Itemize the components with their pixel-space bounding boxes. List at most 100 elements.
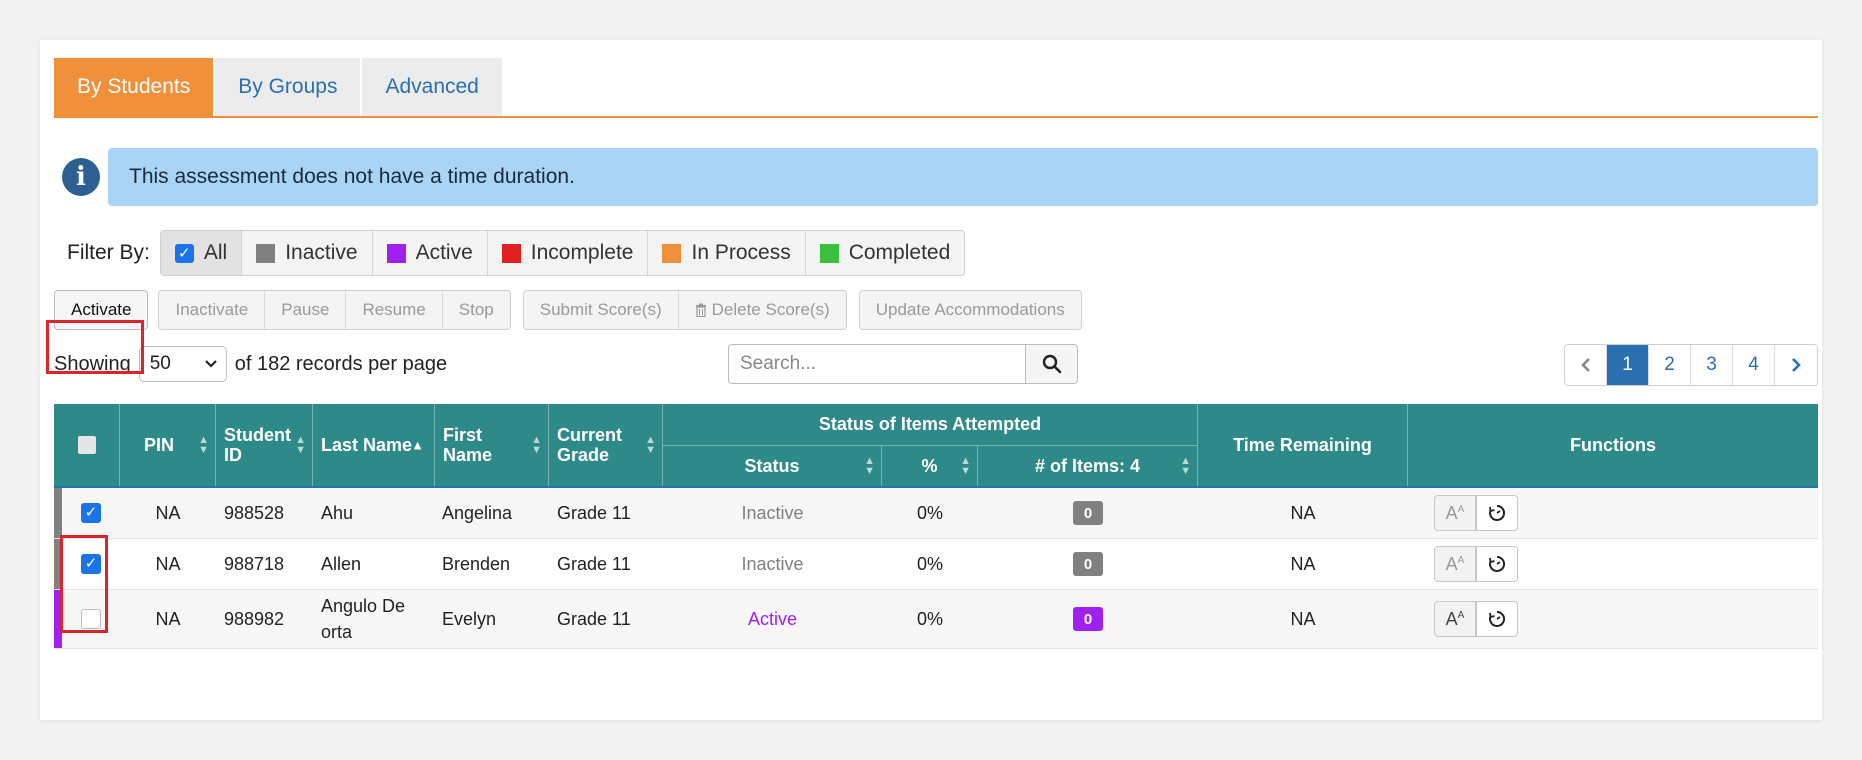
font-size-icon: AA xyxy=(1445,608,1465,629)
time-remaining-cell: NA xyxy=(1290,502,1316,523)
font-size-button[interactable]: AA xyxy=(1434,495,1476,531)
chevron-down-icon xyxy=(204,360,217,368)
filter-inactive[interactable]: Inactive xyxy=(242,231,373,275)
page-1[interactable]: 1 xyxy=(1607,345,1649,385)
assessment-panel: By Students By Groups Advanced i This as… xyxy=(40,40,1822,720)
tab-by-students[interactable]: By Students xyxy=(54,58,214,116)
first-name-cell: Brenden xyxy=(442,553,511,574)
score-actions: Submit Score(s) Delete Score(s) xyxy=(522,290,847,330)
timer-reset-icon xyxy=(1489,555,1506,572)
page-size-select[interactable]: 50 xyxy=(138,346,227,382)
status-cell: Active xyxy=(747,608,798,629)
font-size-icon: AA xyxy=(1445,553,1465,574)
font-size-button[interactable]: AA xyxy=(1434,546,1476,582)
filter-incomplete-label: Incomplete xyxy=(530,241,634,264)
student-id-cell: 988718 xyxy=(224,553,285,574)
in-process-swatch-icon xyxy=(662,243,682,263)
header-last-name[interactable]: Last Name ▲ xyxy=(313,404,435,486)
search-input[interactable]: Search... xyxy=(728,344,1026,384)
header-percent[interactable]: % ▲ ▼ xyxy=(882,445,978,486)
delete-scores-button[interactable]: Delete Score(s) xyxy=(679,291,846,329)
font-size-button[interactable]: AA xyxy=(1434,601,1476,637)
header-items[interactable]: # of Items: 4 ▲ ▼ xyxy=(978,445,1198,486)
filter-incomplete[interactable]: Incomplete xyxy=(488,231,649,275)
status-cell: Inactive xyxy=(741,502,804,523)
checkbox-highlight xyxy=(60,535,108,633)
submit-scores-button[interactable]: Submit Score(s) xyxy=(524,291,679,329)
items-cell: 0 xyxy=(978,590,1198,648)
filter-in-process[interactable]: In Process xyxy=(648,231,806,275)
table-row: NA 988982 Angulo De orta Evelyn Grade 11… xyxy=(54,590,1818,649)
table-header: PIN ▲ ▼ Student ID ▲ ▼ Last Name ▲ First N… xyxy=(54,404,1818,486)
filter-all[interactable]: ✓ All xyxy=(160,231,243,275)
percent-cell: 0% xyxy=(916,502,943,523)
reset-time-button[interactable] xyxy=(1476,495,1518,531)
time-remaining-cell: NA xyxy=(1290,608,1316,629)
header-items-label: # of Items: 4 xyxy=(1034,455,1141,476)
items-badge: 0 xyxy=(1073,607,1103,631)
tab-advanced[interactable]: Advanced xyxy=(362,58,502,116)
search-button[interactable] xyxy=(1026,344,1078,384)
inactivate-button[interactable]: Inactivate xyxy=(159,291,266,329)
time-remaining-cell: NA xyxy=(1290,553,1316,574)
page-4[interactable]: 4 xyxy=(1733,345,1775,385)
timer-reset-icon xyxy=(1489,610,1506,627)
header-pin[interactable]: PIN ▲ ▼ xyxy=(120,404,216,486)
info-message: This assessment does not have a time dur… xyxy=(108,148,1818,206)
checkbox-checked-icon: ✓ xyxy=(174,243,194,263)
items-cell: 0 xyxy=(978,539,1198,589)
header-first-name[interactable]: First Name ▲ ▼ xyxy=(435,404,549,486)
header-current-grade[interactable]: Current Grade ▲ ▼ xyxy=(549,404,663,486)
sort-icon: ▲ ▼ xyxy=(531,434,542,456)
stop-button[interactable]: Stop xyxy=(443,291,510,329)
select-all-checkbox[interactable] xyxy=(77,436,96,454)
table-row: ✓ NA 988528 Ahu Angelina Grade 11 Inacti… xyxy=(54,488,1818,539)
update-accommodations-button[interactable]: Update Accommodations xyxy=(860,291,1081,329)
chevron-left-icon xyxy=(1580,358,1590,372)
list-controls: Showing 50 of 182 records per page Searc… xyxy=(54,344,1818,386)
status-strip xyxy=(54,488,62,538)
inactive-swatch-icon xyxy=(256,243,276,263)
completed-swatch-icon xyxy=(819,243,839,263)
filter-active[interactable]: Active xyxy=(373,231,488,275)
row-checkbox[interactable]: ✓ xyxy=(81,503,101,523)
page-3[interactable]: 3 xyxy=(1691,345,1733,385)
last-name-cell: Angulo De orta xyxy=(321,596,406,642)
active-swatch-icon xyxy=(386,243,406,263)
sort-icon: ▲ ▼ xyxy=(645,434,656,456)
grade-cell: Grade 11 xyxy=(557,553,631,574)
filter-completed[interactable]: Completed xyxy=(806,231,965,275)
student-id-cell: 988528 xyxy=(224,502,285,523)
accommodation-actions: Update Accommodations xyxy=(858,290,1082,330)
pause-button[interactable]: Pause xyxy=(265,291,347,329)
reset-time-button[interactable] xyxy=(1476,546,1518,582)
functions-cell: AA xyxy=(1434,539,1534,589)
prev-page-button[interactable] xyxy=(1565,345,1607,385)
percent-cell: 0% xyxy=(916,608,943,629)
search-box: Search... xyxy=(728,344,1078,384)
filter-completed-label: Completed xyxy=(848,241,951,264)
delete-scores-label: Delete Score(s) xyxy=(711,300,830,319)
filter-group: ✓ All Inactive Active Incomplete In Proc… xyxy=(159,230,966,276)
page-size-value: 50 xyxy=(149,353,171,374)
reset-time-button[interactable] xyxy=(1476,601,1518,637)
tab-by-groups[interactable]: By Groups xyxy=(215,58,361,116)
page-2[interactable]: 2 xyxy=(1649,345,1691,385)
sort-icon: ▲ ▼ xyxy=(198,434,209,456)
first-name-cell: Evelyn xyxy=(442,608,497,629)
last-name-cell: Ahu xyxy=(321,502,354,523)
percent-cell: 0% xyxy=(916,553,943,574)
font-size-icon: AA xyxy=(1445,502,1465,523)
row-select-cell: ✓ xyxy=(62,488,120,538)
filter-in-process-label: In Process xyxy=(691,241,791,264)
status-actions: Inactivate Pause Resume Stop xyxy=(158,290,511,330)
search-icon xyxy=(1042,354,1061,374)
resume-button[interactable]: Resume xyxy=(346,291,443,329)
header-pin-label: PIN xyxy=(144,434,175,455)
sort-icon: ▲ ▼ xyxy=(295,434,306,456)
header-student-id[interactable]: Student ID ▲ ▼ xyxy=(216,404,313,486)
next-page-button[interactable] xyxy=(1775,345,1817,385)
sort-icon: ▲ ▼ xyxy=(864,455,875,477)
header-status[interactable]: Status ▲ ▼ xyxy=(663,445,882,486)
grade-cell: Grade 11 xyxy=(557,608,631,629)
